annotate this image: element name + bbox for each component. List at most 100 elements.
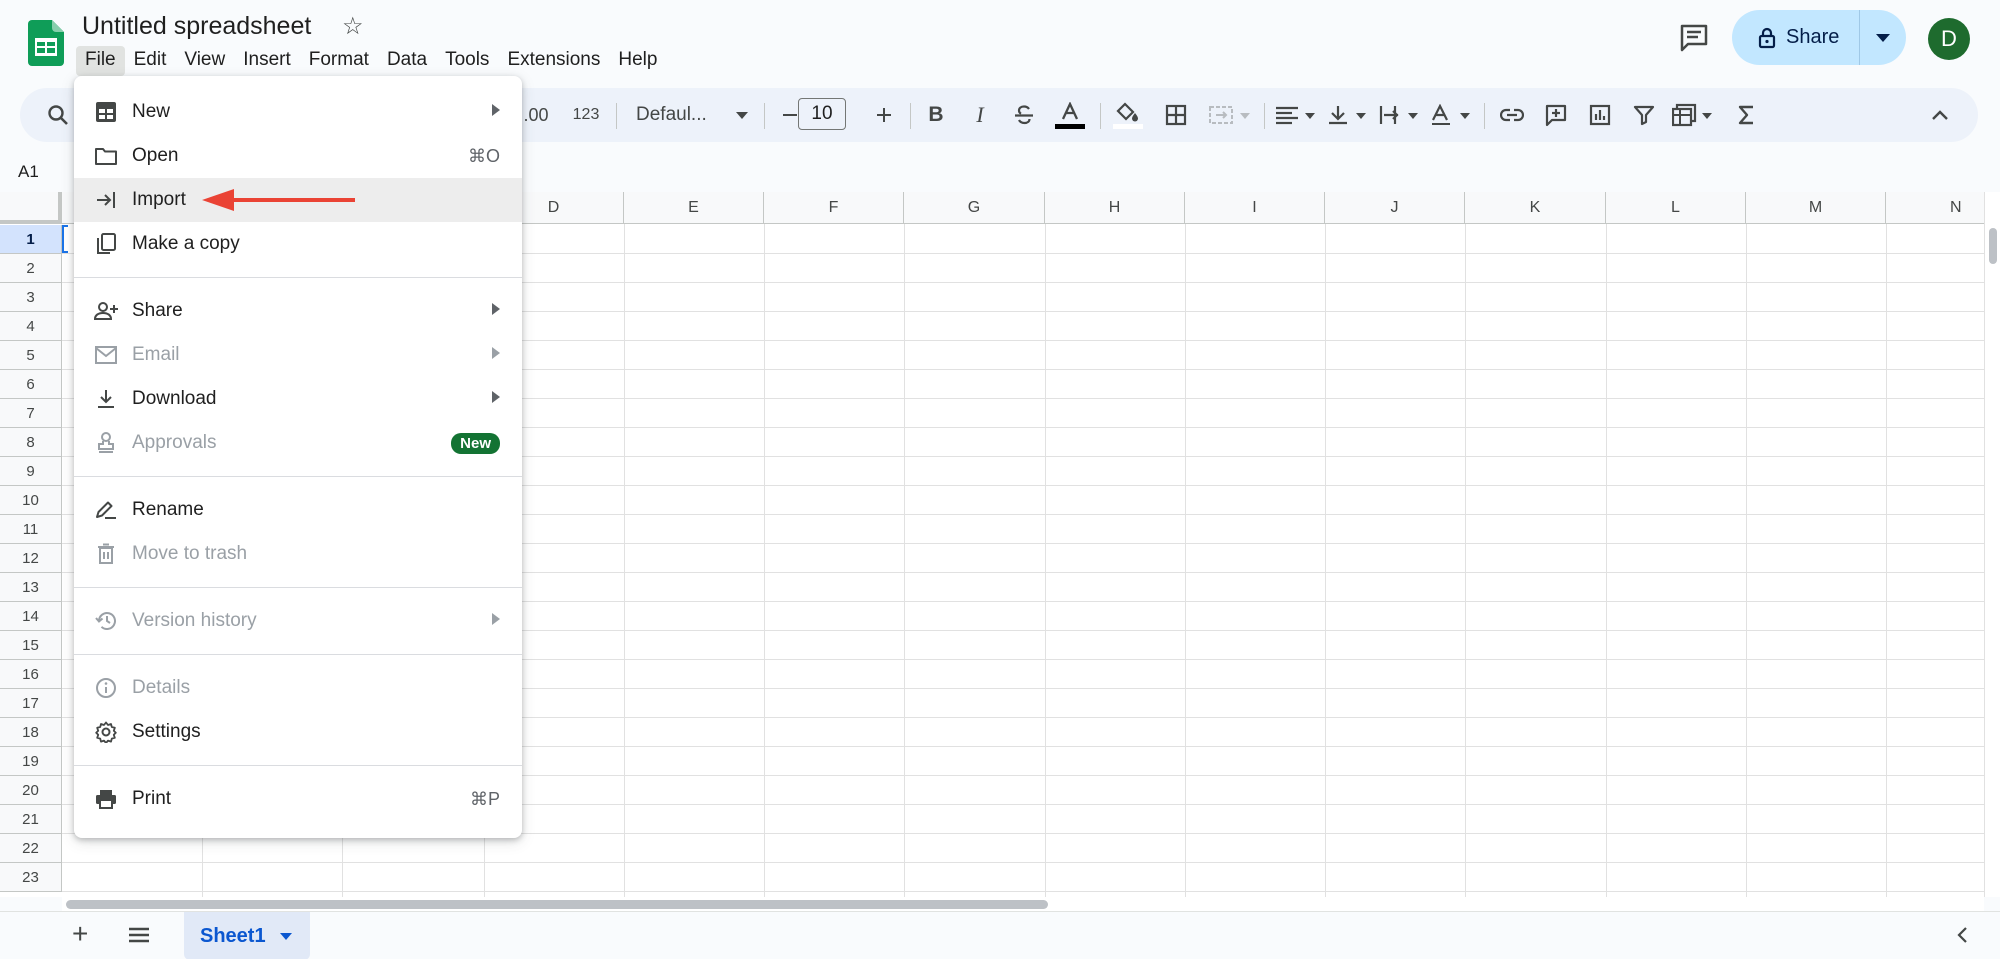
font-size-input[interactable]: 10 — [798, 98, 846, 130]
row-header[interactable]: 12 — [0, 544, 62, 573]
functions-icon[interactable] — [1726, 88, 1766, 142]
file-menu-settings[interactable]: Settings — [74, 710, 522, 754]
row-header[interactable]: 1 — [0, 225, 62, 254]
column-header[interactable]: L — [1606, 192, 1746, 224]
row-header[interactable]: 23 — [0, 863, 62, 892]
share-options-dropdown[interactable] — [1860, 33, 1906, 42]
horizontal-scroll-thumb[interactable] — [66, 900, 1048, 909]
increase-font-size-icon[interactable] — [866, 88, 902, 142]
chevron-left-icon[interactable] — [1956, 926, 1968, 944]
share-button[interactable]: Share — [1732, 10, 1860, 65]
shortcut-label: ⌘O — [467, 145, 500, 166]
row-header[interactable]: 2 — [0, 254, 62, 283]
menu-item-label: Approvals — [132, 432, 217, 453]
menu-insert[interactable]: Insert — [234, 46, 300, 76]
menu-file[interactable]: File — [76, 46, 125, 76]
column-header[interactable]: M — [1746, 192, 1886, 224]
filter-views-icon[interactable] — [1668, 88, 1720, 142]
row-header[interactable]: 15 — [0, 631, 62, 660]
row-header[interactable]: 6 — [0, 370, 62, 399]
row-header[interactable]: 8 — [0, 428, 62, 457]
fill-color-icon[interactable] — [1108, 88, 1148, 142]
font-family-select[interactable]: Defaul... — [626, 88, 758, 142]
row-header[interactable]: 19 — [0, 747, 62, 776]
vertical-align-icon[interactable] — [1324, 88, 1372, 142]
column-header[interactable]: F — [764, 192, 904, 224]
file-menu-print[interactable]: Print ⌘P — [74, 777, 522, 821]
name-box[interactable]: A1 — [18, 162, 39, 182]
file-menu-rename[interactable]: Rename — [74, 488, 522, 532]
horizontal-align-icon[interactable] — [1272, 88, 1320, 142]
column-header[interactable]: N — [1886, 192, 1984, 224]
search-menus-icon[interactable] — [40, 88, 76, 142]
row-header[interactable]: 7 — [0, 399, 62, 428]
increase-decimal-icon[interactable]: .00 — [516, 88, 556, 142]
row-header[interactable]: 11 — [0, 515, 62, 544]
vertical-scroll-thumb[interactable] — [1989, 228, 1997, 264]
menu-tools[interactable]: Tools — [436, 46, 498, 76]
text-wrapping-icon[interactable] — [1376, 88, 1424, 142]
menu-edit[interactable]: Edit — [125, 46, 176, 76]
annotation-arrow-icon — [202, 189, 355, 211]
file-menu-make-a-copy[interactable]: Make a copy — [74, 222, 522, 266]
row-header[interactable]: 5 — [0, 341, 62, 370]
row-header[interactable]: 10 — [0, 486, 62, 515]
text-rotation-icon[interactable] — [1428, 88, 1476, 142]
column-header[interactable]: H — [1045, 192, 1185, 224]
filter-icon[interactable] — [1624, 88, 1664, 142]
caret-down-icon[interactable] — [279, 932, 292, 940]
menu-extensions[interactable]: Extensions — [498, 46, 609, 76]
file-menu-new[interactable]: New — [74, 90, 522, 134]
text-color-icon[interactable] — [1050, 88, 1090, 142]
row-header[interactable]: 21 — [0, 805, 62, 834]
all-sheets-menu-icon[interactable] — [128, 926, 150, 944]
row-header[interactable]: 4 — [0, 312, 62, 341]
menu-view[interactable]: View — [175, 46, 234, 76]
row-header[interactable]: 17 — [0, 689, 62, 718]
row-header[interactable]: 9 — [0, 457, 62, 486]
menu-item-label: Open — [132, 145, 179, 166]
file-menu-open[interactable]: Open ⌘O — [74, 134, 522, 178]
vertical-scrollbar[interactable] — [1984, 192, 2000, 897]
approval-stamp-icon — [92, 429, 120, 457]
hide-menus-chevron-up-icon[interactable] — [1920, 88, 1960, 142]
row-header[interactable]: 18 — [0, 718, 62, 747]
row-header[interactable]: 16 — [0, 660, 62, 689]
sheet-tab-sheet1[interactable]: Sheet1 — [184, 912, 310, 959]
increase-decimal-label: .00 — [523, 104, 549, 125]
submenu-arrow-icon — [492, 347, 500, 359]
select-all-corner[interactable] — [0, 192, 62, 224]
sheets-logo-icon[interactable] — [28, 20, 64, 66]
row-header[interactable]: 22 — [0, 834, 62, 863]
file-menu-share[interactable]: Share — [74, 289, 522, 333]
number-format-button[interactable]: 123 — [566, 88, 606, 142]
column-header[interactable]: E — [624, 192, 764, 224]
horizontal-scrollbar[interactable]: ◂ ▸ — [62, 897, 1984, 911]
document-title[interactable]: Untitled spreadsheet — [82, 12, 311, 41]
row-header[interactable]: 20 — [0, 776, 62, 805]
row-header[interactable]: 14 — [0, 602, 62, 631]
file-menu-download[interactable]: Download — [74, 377, 522, 421]
insert-chart-icon[interactable] — [1580, 88, 1620, 142]
file-menu-details: Details — [74, 666, 522, 710]
strikethrough-icon[interactable] — [1006, 88, 1042, 142]
borders-icon[interactable] — [1156, 88, 1196, 142]
star-icon[interactable]: ☆ — [342, 12, 364, 41]
account-avatar[interactable]: D — [1928, 18, 1970, 60]
column-header[interactable]: I — [1185, 192, 1325, 224]
column-header[interactable]: G — [904, 192, 1045, 224]
menu-help[interactable]: Help — [609, 46, 666, 76]
add-sheet-plus-icon[interactable]: + — [72, 918, 88, 950]
comment-history-icon[interactable] — [1678, 22, 1710, 54]
column-header[interactable]: K — [1465, 192, 1606, 224]
column-header[interactable]: J — [1325, 192, 1465, 224]
bold-button[interactable]: B — [918, 88, 954, 142]
row-header[interactable]: 3 — [0, 283, 62, 312]
menu-data[interactable]: Data — [378, 46, 436, 76]
row-header[interactable]: 13 — [0, 573, 62, 602]
italic-button[interactable]: I — [962, 88, 998, 142]
selected-cell-a1[interactable] — [62, 225, 68, 253]
menu-format[interactable]: Format — [300, 46, 378, 76]
insert-comment-icon[interactable] — [1536, 88, 1576, 142]
insert-link-icon[interactable] — [1492, 88, 1532, 142]
